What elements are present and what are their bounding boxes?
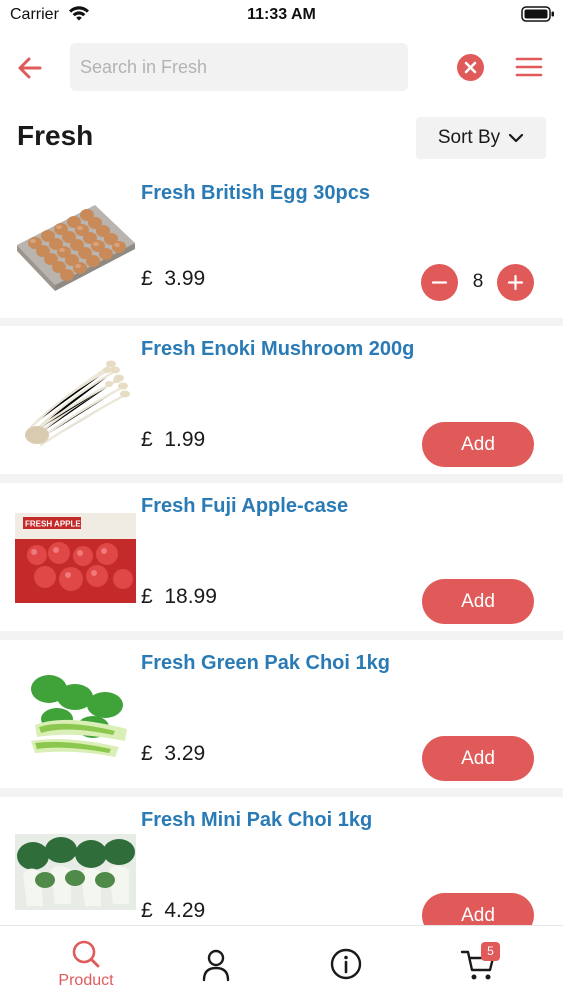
tab-bar: Product: [0, 925, 563, 1000]
tab-product[interactable]: Product: [40, 926, 132, 1000]
product-list[interactable]: Fresh British Egg 30pcs £ 3.99 8 Fresh E…: [0, 170, 563, 925]
apple-case-label: FRESH APPLE: [25, 520, 81, 529]
product-row[interactable]: FRESH APPLE Fresh Fuji Apple-case £ 18.9…: [0, 483, 563, 631]
currency-symbol: £: [141, 899, 153, 922]
minus-icon: [431, 281, 448, 284]
info-icon: [330, 948, 362, 980]
product-price: £ 3.29: [141, 742, 205, 766]
product-price: £ 3.99: [141, 267, 205, 291]
quantity-value: 8: [472, 271, 484, 292]
add-to-cart-button[interactable]: Add: [422, 736, 534, 781]
clear-search-icon[interactable]: [457, 54, 484, 81]
product-name[interactable]: Fresh Green Pak Choi 1kg: [141, 652, 390, 675]
product-row[interactable]: Fresh British Egg 30pcs £ 3.99 8: [0, 170, 563, 318]
product-price: £ 4.29: [141, 899, 205, 923]
add-to-cart-button[interactable]: Add: [422, 579, 534, 624]
currency-symbol: £: [141, 267, 153, 290]
sort-by-button[interactable]: Sort By: [416, 117, 546, 159]
egg-tray-image: [15, 185, 136, 303]
user-icon: [202, 949, 230, 982]
mini-pak-choi-image: [15, 834, 136, 910]
status-bar: Carrier 11:33 AM: [0, 0, 563, 32]
menu-icon[interactable]: [514, 55, 544, 79]
price-value: 3.29: [164, 742, 206, 765]
add-to-cart-button[interactable]: Add: [422, 422, 534, 467]
battery-icon: [521, 6, 554, 22]
increase-quantity-button[interactable]: [497, 264, 534, 301]
enoki-mushroom-image: [15, 341, 136, 459]
search-input[interactable]: [70, 43, 408, 91]
product-name[interactable]: Fresh Enoki Mushroom 200g: [141, 338, 414, 361]
currency-symbol: £: [141, 742, 153, 765]
chevron-down-icon: [509, 133, 524, 143]
price-value: 1.99: [164, 428, 206, 451]
apple-case-image: FRESH APPLE: [15, 513, 136, 603]
sort-by-label: Sort By: [437, 127, 501, 148]
product-name[interactable]: Fresh Mini Pak Choi 1kg: [141, 809, 372, 832]
search-icon: [72, 940, 100, 968]
tab-product-label: Product: [58, 972, 114, 989]
cart-count-badge: 5: [481, 942, 500, 961]
price-value: 3.99: [164, 267, 206, 290]
product-row[interactable]: Fresh Enoki Mushroom 200g £ 1.99 Add: [0, 326, 563, 474]
product-price: £ 1.99: [141, 428, 205, 452]
product-row[interactable]: Fresh Mini Pak Choi 1kg £ 4.29 Add: [0, 797, 563, 925]
page-title: Fresh: [17, 120, 94, 151]
tab-cart[interactable]: [450, 926, 510, 1000]
price-value: 4.29: [164, 899, 206, 922]
product-price: £ 18.99: [141, 585, 217, 609]
currency-symbol: £: [141, 585, 153, 608]
tab-info[interactable]: [320, 926, 372, 1000]
product-row[interactable]: Fresh Green Pak Choi 1kg £ 3.29 Add: [0, 640, 563, 788]
plus-icon: [507, 274, 524, 291]
tab-account[interactable]: [190, 926, 242, 1000]
product-name[interactable]: Fresh Fuji Apple-case: [141, 495, 348, 518]
product-name[interactable]: Fresh British Egg 30pcs: [141, 182, 370, 205]
decrease-quantity-button[interactable]: [421, 264, 458, 301]
price-value: 18.99: [164, 585, 217, 608]
add-to-cart-button[interactable]: Add: [422, 893, 534, 925]
currency-symbol: £: [141, 428, 153, 451]
status-time: 11:33 AM: [247, 6, 316, 23]
back-arrow-icon[interactable]: [14, 52, 46, 84]
green-pak-choi-image: [15, 655, 136, 773]
